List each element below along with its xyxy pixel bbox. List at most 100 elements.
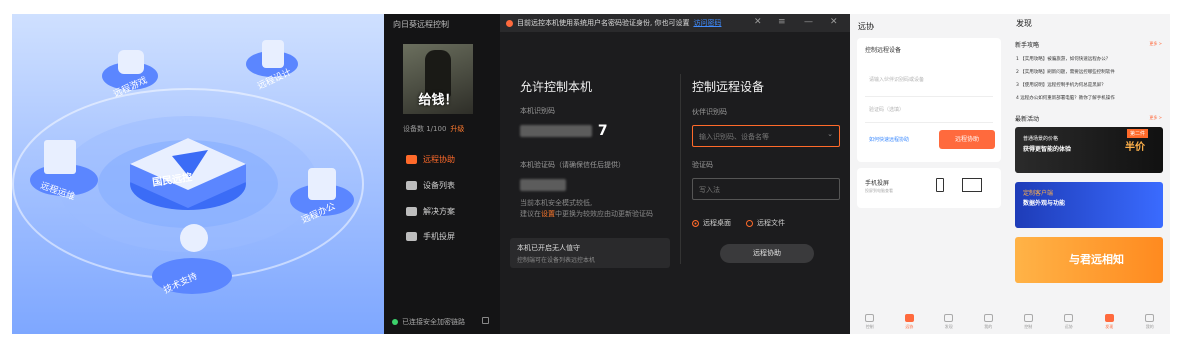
more-link[interactable]: 更多 > xyxy=(1149,115,1162,121)
unattended-desc: 控制端可在设备列表远控本机 xyxy=(517,257,596,264)
promo-illustration: 国民远控 远程游戏 远程设计 远程运维 远程办公 技术支持 xyxy=(12,14,384,334)
tab-control[interactable]: 控制 xyxy=(1023,314,1033,330)
partner-label: 伙伴识别码 xyxy=(692,108,727,116)
avatar[interactable]: 给钱！ xyxy=(403,44,473,114)
close-window-icon[interactable]: ✕ xyxy=(830,17,838,27)
remote-assist-button[interactable]: 远程协助 xyxy=(720,244,814,263)
tip-line-2: 建议在设置中更换为较效应由动更新验证码 xyxy=(520,209,653,220)
partner-placeholder: 输入识别码、设备名等 xyxy=(699,133,769,141)
tab-discover[interactable]: 发现 xyxy=(1104,314,1114,330)
list-item[interactable]: 2 【实用攻略】刷新问题，需要远控哪些控制软件 xyxy=(1016,69,1162,75)
verify-label: 验证码 xyxy=(692,161,713,169)
menu-icon[interactable]: ≡ xyxy=(778,17,786,27)
me-tab-icon xyxy=(1145,314,1155,322)
nav-label: 设备列表 xyxy=(423,181,455,190)
banner3-title: 与君远相知 xyxy=(1069,253,1124,266)
illustration-graphic xyxy=(12,40,364,294)
discover-tab-icon xyxy=(944,314,954,322)
me-tab-icon xyxy=(983,314,993,322)
control-tab-icon xyxy=(865,314,875,322)
list-item[interactable]: 4 远程办公如何重新部署电脑？教你了解手机操作 xyxy=(1016,95,1162,101)
device-id-value[interactable]: 7 xyxy=(520,123,609,139)
tab-label: 控制 xyxy=(865,324,874,329)
banner2-sub: 数据外观与功能 xyxy=(1023,200,1066,207)
tab-label: 控制 xyxy=(1024,324,1033,329)
unattended-title: 本机已开启无人值守 xyxy=(517,244,580,252)
connection-status: 已连接安全加密链路 xyxy=(392,317,465,327)
radio-remote-files[interactable]: 远程文件 xyxy=(746,218,785,228)
radio-on-icon xyxy=(692,219,699,227)
banner-promo-3[interactable]: 与君远相知 xyxy=(1015,237,1163,283)
lock-icon[interactable] xyxy=(482,317,489,324)
divider xyxy=(865,96,993,97)
banner-promo-1[interactable]: 普通场景的价格 获得更智能的体验 第二件 半价 xyxy=(1015,127,1163,173)
tab-assist[interactable]: 远协 xyxy=(1064,314,1074,330)
minimize-icon[interactable]: — xyxy=(804,17,813,27)
radio-label: 远程文件 xyxy=(757,219,785,227)
banner1-title: 普通场景的价格 xyxy=(1023,136,1059,142)
control-remote-title: 控制远程设备 xyxy=(692,80,765,94)
verify-placeholder: 写入法 xyxy=(699,186,720,194)
cast-desc: 投屏到电脑查看 xyxy=(865,188,893,193)
desktop-app-window: 向日葵远程控制 给钱！ 设备数 1/100 升级 远程协助 设备列表 解决方案 手… xyxy=(384,14,850,334)
warning-icon xyxy=(506,19,513,27)
notice-link[interactable]: 访问密码 xyxy=(693,18,721,28)
settings-link[interactable]: 设置 xyxy=(541,210,555,218)
tip-line-2a: 建议在 xyxy=(520,210,541,218)
app-title: 向日葵远程控制 xyxy=(393,20,449,29)
partner-id-input[interactable]: 请输入伙伴识别码或设备 xyxy=(869,76,924,83)
more-link[interactable]: 更多 > xyxy=(1149,41,1162,47)
verify-code-input[interactable]: 写入法 xyxy=(692,178,840,200)
upgrade-link[interactable]: 升级 xyxy=(450,125,464,133)
notice-bar: 目前远控本机使用系统用户名密码验证身份, 你也可设置 访问密码 ✕ ≡ — ✕ xyxy=(500,14,850,32)
id-suffix: 7 xyxy=(597,123,609,139)
cast-title: 手机投屏 xyxy=(865,180,890,187)
tab-label: 我的 xyxy=(984,324,993,329)
list-item[interactable]: 1 【实用攻略】被骗旅游，如何快速远程办公？ xyxy=(1016,56,1162,62)
devices-icon xyxy=(406,181,417,190)
tab-label: 远协 xyxy=(905,324,914,329)
help-link[interactable]: 如何快速远程协助 xyxy=(869,136,909,143)
id-masked xyxy=(520,125,592,137)
tip-line-2b: 中更换为较效应由动更新验证码 xyxy=(555,210,653,218)
status-dot-icon xyxy=(392,319,398,325)
nav-device-list[interactable]: 设备列表 xyxy=(406,180,455,191)
connection-text: 已连接安全加密链路 xyxy=(402,318,465,326)
nav-screen-cast[interactable]: 手机投屏 xyxy=(406,231,455,242)
divider xyxy=(865,122,993,123)
verify-input[interactable]: 验证码（选填） xyxy=(869,106,904,113)
page-title: 远协 xyxy=(858,22,874,31)
nav-label: 手机投屏 xyxy=(423,232,455,241)
partner-id-input[interactable]: 输入识别码、设备名等 ⌄ xyxy=(692,125,840,147)
monitor-icon xyxy=(962,178,982,192)
verify-code-value[interactable] xyxy=(520,177,566,193)
notice: 目前远控本机使用系统用户名密码验证身份, 你也可设置 访问密码 xyxy=(506,18,721,28)
tab-control[interactable]: 控制 xyxy=(865,314,875,330)
radio-remote-desktop[interactable]: 远程桌面 xyxy=(692,218,731,228)
section-title-events: 最新活动 xyxy=(1015,116,1040,123)
chevron-down-icon[interactable]: ⌄ xyxy=(827,130,833,138)
assist-button[interactable]: 远程协助 xyxy=(939,130,995,149)
tab-me[interactable]: 我的 xyxy=(1145,314,1155,330)
radio-label: 远程桌面 xyxy=(703,219,731,227)
handshake-icon xyxy=(406,155,417,164)
nav-solutions[interactable]: 解决方案 xyxy=(406,206,455,217)
divider xyxy=(680,74,681,264)
close-notice-icon[interactable]: ✕ xyxy=(754,17,762,27)
tab-label: 发现 xyxy=(944,324,953,329)
list-item[interactable]: 3 【使用说明】远程控制手机为何总是黑屏？ xyxy=(1016,82,1162,88)
tab-me[interactable]: 我的 xyxy=(983,314,993,330)
control-tab-icon xyxy=(1023,314,1033,322)
nav-label: 远程协助 xyxy=(423,155,455,164)
tip-line-1: 当前本机安全模式较低, xyxy=(520,199,593,207)
discover-tab-icon xyxy=(1104,314,1114,322)
page-title: 发现 xyxy=(1016,19,1032,28)
notice-text: 目前远控本机使用系统用户名密码验证身份, 你也可设置 xyxy=(517,19,690,27)
nav-remote-assist[interactable]: 远程协助 xyxy=(406,154,455,165)
banner-promo-2[interactable]: 定制客户端 数据外观与功能 xyxy=(1015,182,1163,228)
sidebar: 向日葵远程控制 给钱！ 设备数 1/100 升级 远程协助 设备列表 解决方案 手… xyxy=(384,14,500,334)
tab-bar: 控制 远协 发现 我的 xyxy=(850,310,1008,334)
tab-discover[interactable]: 发现 xyxy=(944,314,954,330)
code-masked xyxy=(520,179,566,191)
tab-assist[interactable]: 远协 xyxy=(904,314,914,330)
